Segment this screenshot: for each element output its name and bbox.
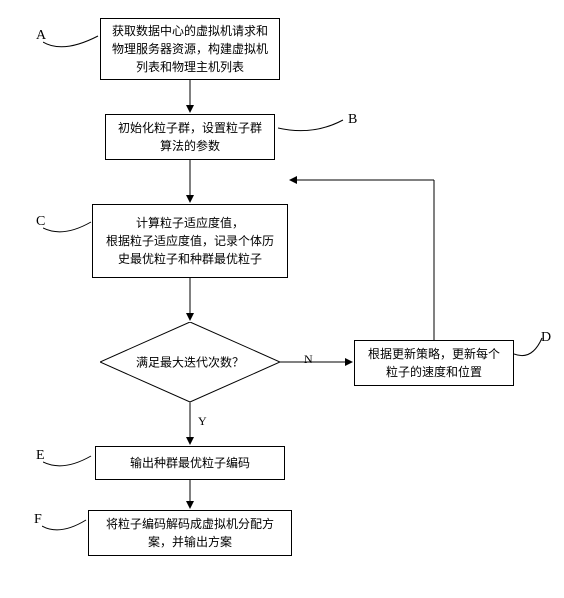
process-text-c: 计算粒子适应度值， 根据粒子适应度值，记录个体历史最优粒子和种群最优粒子 [101, 214, 279, 268]
arrow-a-b [186, 80, 194, 114]
arrow-e-f [186, 480, 194, 510]
callout-curve-b [278, 118, 348, 136]
process-text-d: 根据更新策略，更新每个粒子的速度和位置 [363, 345, 505, 381]
label-b: B [348, 112, 357, 128]
process-text-b: 初始化粒子群，设置粒子群算法的参数 [114, 119, 266, 155]
process-text-a: 获取数据中心的虚拟机请求和物理服务器资源，构建虚拟机列表和物理主机列表 [109, 22, 271, 76]
label-y: Y [198, 414, 207, 429]
arrow-d-c-vertical [430, 180, 444, 340]
arrow-dec-d [280, 358, 354, 366]
callout-curve-a [43, 34, 103, 54]
process-box-c: 计算粒子适应度值， 根据粒子适应度值，记录个体历史最优粒子和种群最优粒子 [92, 204, 288, 278]
process-text-e: 输出种群最优粒子编码 [130, 454, 250, 472]
arrow-d-c-horizontal [288, 176, 436, 184]
arrow-dec-e [186, 402, 194, 446]
arrow-join-c [186, 176, 290, 184]
process-box-b: 初始化粒子群，设置粒子群算法的参数 [105, 114, 275, 160]
callout-curve-d [514, 336, 546, 366]
callout-curve-e [43, 454, 93, 472]
process-text-f: 将粒子编码解码成虚拟机分配方案，并输出方案 [97, 515, 283, 551]
callout-curve-f [42, 518, 88, 536]
process-box-a: 获取数据中心的虚拟机请求和物理服务器资源，构建虚拟机列表和物理主机列表 [100, 18, 280, 80]
process-box-f: 将粒子编码解码成虚拟机分配方案，并输出方案 [88, 510, 292, 556]
callout-curve-c [43, 220, 93, 238]
process-box-d: 根据更新策略，更新每个粒子的速度和位置 [354, 340, 514, 386]
process-box-e: 输出种群最优粒子编码 [95, 446, 285, 480]
decision-text: 满足最大迭代次数？ [136, 354, 244, 371]
label-f: F [34, 512, 42, 528]
arrow-c-dec [186, 278, 194, 322]
decision-diamond: 满足最大迭代次数？ [100, 322, 280, 402]
